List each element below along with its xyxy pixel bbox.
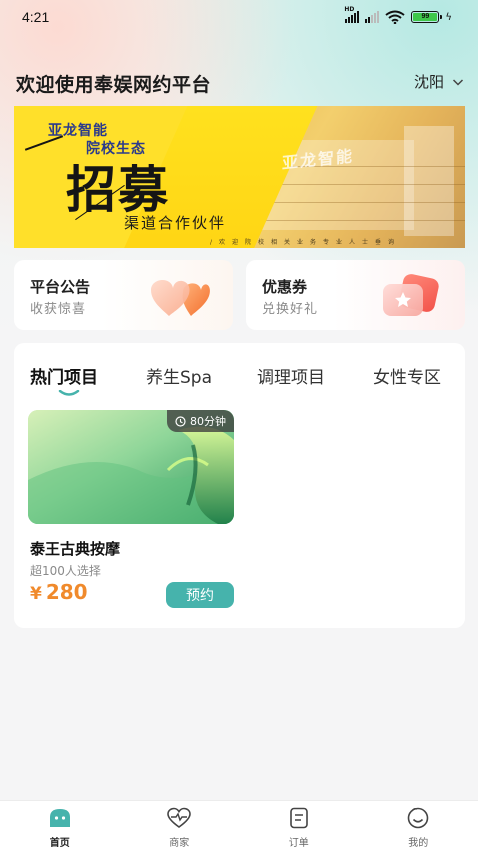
tab-women[interactable]: 女性专区 xyxy=(373,363,441,388)
wifi-icon xyxy=(385,10,406,24)
announcement-title: 平台公告 xyxy=(30,278,91,296)
service-card[interactable]: 80分钟 泰王古典按摩 超100人选择 ¥ 280 预约 xyxy=(28,410,234,610)
status-icons: HD 99 ϟ xyxy=(344,6,452,24)
banner-line1: 亚龙智能 xyxy=(48,123,108,139)
battery-icon: 99 xyxy=(411,11,443,23)
bottom-nav: 首页 商家 订单 我的 xyxy=(0,800,478,850)
nav-orders[interactable]: 订单 xyxy=(239,801,359,850)
status-bar: 4:21 HD 99 ϟ xyxy=(0,0,478,36)
promo-banner[interactable]: 亚龙智能 亚龙智能 院校生态 招募 渠道合作伙伴 /欢迎院校相关业务专业人士垂询 xyxy=(14,106,465,248)
nav-home-label: 首页 xyxy=(49,838,70,849)
merchant-heart-icon xyxy=(167,807,192,828)
nav-merchant[interactable]: 商家 xyxy=(120,801,240,850)
clock-icon xyxy=(175,415,186,427)
announcement-subtitle: 收获惊喜 xyxy=(30,302,87,317)
coupon-subtitle: 兑换好礼 xyxy=(262,302,319,317)
nav-profile-label: 我的 xyxy=(408,838,429,849)
city-name: 沈阳 xyxy=(413,73,444,91)
cellular-signal-2-icon xyxy=(365,11,380,23)
services-section: 热门项目 养生Spa 调理项目 女性专区 80分钟 泰王古典按摩 超100人选择… xyxy=(14,343,465,628)
heart-art-icon xyxy=(151,279,210,316)
battery-level: 99 xyxy=(413,13,438,21)
banner-footer: /欢迎院校相关业务专业人士垂询 xyxy=(210,239,402,246)
nav-home[interactable]: 首页 xyxy=(0,801,120,850)
service-price: ¥ 280 xyxy=(30,580,88,604)
service-image: 80分钟 xyxy=(28,410,234,524)
active-tab-indicator xyxy=(58,390,80,396)
page-title: 欢迎使用奉娱网约平台 xyxy=(16,74,212,96)
status-time: 4:21 xyxy=(22,9,50,25)
announcement-card[interactable]: 平台公告 收获惊喜 xyxy=(14,260,233,330)
currency-symbol: ¥ xyxy=(30,584,42,604)
nav-orders-label: 订单 xyxy=(288,838,309,849)
duration-text: 80分钟 xyxy=(190,415,226,428)
profile-smile-icon xyxy=(407,807,429,829)
banner-subline: 渠道合作伙伴 xyxy=(124,214,227,232)
hd-label: HD xyxy=(344,6,355,13)
service-name: 泰王古典按摩 xyxy=(30,540,121,558)
city-selector[interactable]: 沈阳 xyxy=(414,71,464,92)
coupon-title: 优惠券 xyxy=(262,278,308,296)
nav-profile[interactable]: 我的 xyxy=(359,801,478,850)
tab-spa[interactable]: 养生Spa xyxy=(146,363,212,388)
tab-hot[interactable]: 热门项目 xyxy=(30,363,98,388)
coupon-card[interactable]: 优惠券 兑换好礼 xyxy=(246,260,465,330)
cellular-signal-icon: HD xyxy=(344,6,360,23)
nav-merchant-label: 商家 xyxy=(169,838,190,849)
book-button[interactable]: 预约 xyxy=(166,582,234,608)
charging-icon: ϟ xyxy=(445,11,452,23)
tab-therapy[interactable]: 调理项目 xyxy=(257,363,325,388)
chevron-down-icon xyxy=(452,78,464,86)
order-icon xyxy=(289,807,308,829)
service-popularity: 超100人选择 xyxy=(30,564,101,578)
price-value: 280 xyxy=(45,580,88,604)
duration-badge: 80分钟 xyxy=(167,410,234,432)
star-coupon-icon xyxy=(383,274,439,316)
home-icon xyxy=(49,809,70,827)
